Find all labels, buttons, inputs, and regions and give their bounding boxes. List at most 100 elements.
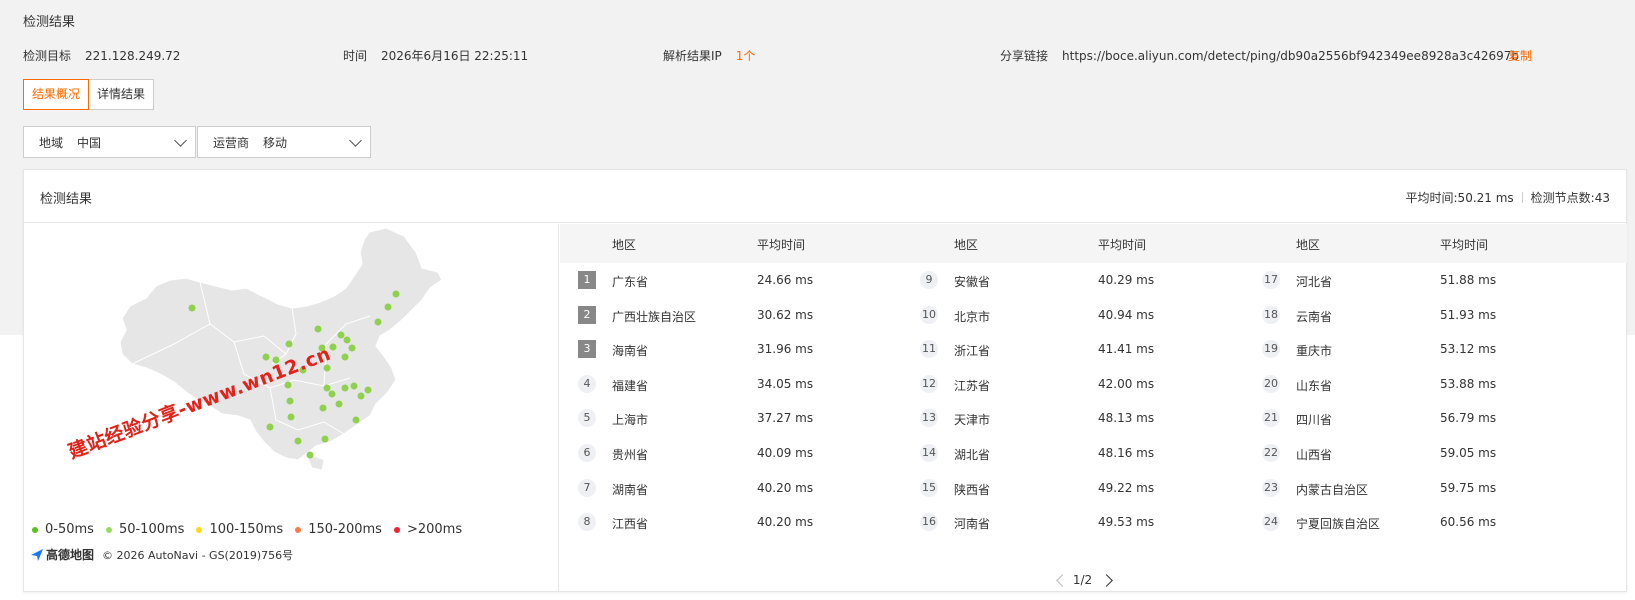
rank-badge: 1 [578,271,596,289]
map-marker[interactable] [329,343,337,351]
map-marker[interactable] [341,353,349,361]
rank-badge: 17 [1262,271,1280,289]
region-cell: 上海市 [612,413,649,428]
legend-dot [393,526,400,533]
map-marker[interactable] [319,404,327,412]
col-header-time: 平均时间 [1098,238,1147,252]
map-marker[interactable] [328,390,336,398]
time-cell: 48.13 ms [1098,411,1155,426]
share-meta: 分享链接 https://boce.aliyun.com/detect/ping/… [1000,47,1519,64]
legend-item: 50-100ms [105,522,184,537]
map-marker[interactable] [392,290,400,298]
region-cell: 江西省 [612,517,649,532]
map-marker[interactable] [266,423,274,431]
map-marker[interactable] [323,384,331,392]
col-header-region: 地区 [1296,238,1321,252]
region-cell: 河南省 [954,517,991,532]
region-cell: 河北省 [1296,275,1333,289]
rank-badge: 5 [578,409,596,428]
rank-badge: 7 [578,478,596,497]
amap-logo-icon [31,548,43,561]
rank-badge: 12 [920,374,938,393]
rank-badge: 8 [578,513,596,532]
time-cell: 59.75 ms [1440,480,1497,495]
region-cell: 云南省 [1296,309,1333,324]
rank-badge: 16 [920,513,938,532]
map-marker[interactable] [350,382,358,390]
rank-badge: 11 [920,340,938,359]
legend-label: 100-150ms [209,522,284,537]
time-meta: 时间 2026年6月16日 22:25:11 [343,47,528,64]
region-cell: 宁夏回族自治区 [1296,517,1381,532]
map-marker[interactable] [335,400,343,408]
tab-details[interactable]: 详情结果 [89,79,155,110]
rank-badge: 23 [1262,478,1280,497]
map-marker[interactable] [306,451,314,459]
map-marker[interactable] [285,340,293,348]
map-marker[interactable] [341,384,349,392]
share-link[interactable]: https://boce.aliyun.com/detect/ping/db90… [1062,49,1519,63]
map-marker[interactable] [384,303,392,311]
region-cell: 广西壮族自治区 [612,309,697,324]
map-marker[interactable] [286,397,294,405]
time-cell: 60.56 ms [1440,515,1497,530]
legend-label: 0-50ms [45,522,94,537]
legend-dot [32,526,38,533]
time-cell: 51.93 ms [1440,307,1497,322]
col-header-time: 平均时间 [757,238,806,252]
region-select[interactable]: 地域 中国 [23,126,196,158]
map-pane[interactable]: 建站经验分享-www.wn12.cn 0-50ms 50-100ms 100-1… [24,224,559,592]
result-card: 检测结果 平均时间:50.21 ms 检测节点数:43 建站经验分享-www.w… [23,169,1627,592]
ip-count-link[interactable]: 1个 [736,49,756,63]
legend-dot [196,526,203,533]
time-cell: 49.53 ms [1098,515,1155,530]
chevron-down-icon [349,134,362,147]
map-attribution: 高德地图 © 2026 AutoNavi - GS(2019)756号 [30,546,293,563]
map-marker[interactable] [188,304,196,312]
legend-item: 150-200ms [295,522,382,537]
map-marker[interactable] [357,392,365,400]
map-marker[interactable] [294,437,302,445]
card-header: 检测结果 平均时间:50.21 ms 检测节点数:43 [24,170,1626,223]
legend-label: >200ms [406,522,463,537]
time-cell: 48.16 ms [1098,446,1155,460]
rank-badge: 15 [920,478,938,497]
region-select-value: 中国 [77,135,102,150]
time-cell: 31.96 ms [757,342,814,357]
page-title: 检测结果 [23,15,76,30]
page-indicator: 1/2 [1072,573,1093,587]
legend-dot [295,526,302,533]
col-header-region: 地区 [954,238,979,252]
card-title: 检测结果 [40,192,93,207]
tab-overview[interactable]: 结果概况 [23,79,90,110]
region-cell: 山西省 [1296,448,1333,462]
ranking-table: 地区 平均时间 地区 平均时间 地区 平均时间 1 广东省 24.66 ms 2 广西壮… [560,224,1627,592]
region-cell: 浙江省 [954,344,991,359]
region-cell: 海南省 [612,344,649,359]
map-marker[interactable] [374,318,382,326]
map-marker[interactable] [352,416,360,424]
pagination: 1/2 [560,573,1627,593]
map-marker[interactable] [348,344,356,352]
region-select-label: 地域 [39,135,64,150]
time-cell: 53.12 ms [1440,342,1497,357]
isp-select-value: 移动 [263,135,288,150]
region-cell: 湖南省 [612,482,649,497]
region-cell: 福建省 [612,378,649,393]
map-marker[interactable] [343,336,351,344]
rank-badge: 6 [578,444,596,462]
time-cell: 59.05 ms [1440,446,1497,460]
time-cell: 40.20 ms [757,515,814,530]
rank-badge: 3 [578,340,596,359]
chevron-down-icon [174,134,187,147]
copy-button[interactable]: 复制 [1508,47,1532,64]
map-marker[interactable] [314,325,322,333]
isp-select[interactable]: 运营商 移动 [197,126,371,158]
next-page-icon[interactable] [1100,574,1113,587]
map-marker[interactable] [337,331,345,339]
time-cell: 49.22 ms [1098,480,1155,495]
map-marker[interactable] [287,413,295,421]
map-marker[interactable] [364,386,372,394]
time-cell: 56.79 ms [1440,411,1497,426]
map-marker[interactable] [321,435,329,443]
